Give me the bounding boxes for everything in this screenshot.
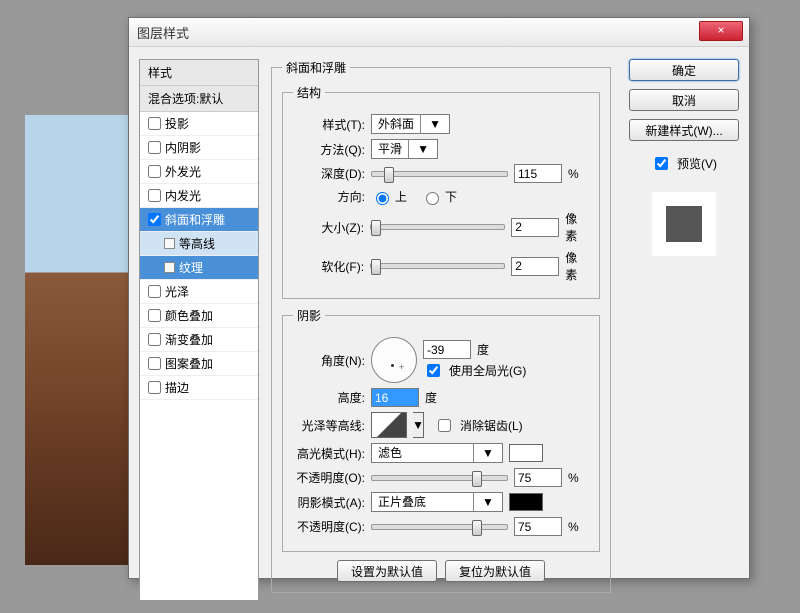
reset-default-button[interactable]: 复位为默认值 bbox=[445, 560, 545, 582]
preview-swatch bbox=[652, 192, 716, 256]
checkbox[interactable] bbox=[148, 213, 161, 226]
depth-slider[interactable] bbox=[371, 171, 508, 177]
shadow-opacity-label: 不透明度(C): bbox=[293, 518, 365, 535]
structure-legend: 结构 bbox=[293, 84, 325, 101]
soften-input[interactable] bbox=[511, 257, 559, 276]
styles-list: 样式 混合选项:默认 投影 内阴影 外发光 内发光 斜面和浮雕 等高线 纹理 光… bbox=[139, 59, 259, 601]
style-item-inner-glow[interactable]: 内发光 bbox=[140, 184, 258, 208]
highlight-opacity-label: 不透明度(O): bbox=[293, 469, 365, 486]
checkbox[interactable] bbox=[148, 357, 161, 370]
make-default-button[interactable]: 设置为默认值 bbox=[337, 560, 437, 582]
depth-label: 深度(D): bbox=[293, 165, 365, 182]
angle-label: 角度(N): bbox=[293, 352, 365, 369]
style-item-stroke[interactable]: 描边 bbox=[140, 376, 258, 400]
style-item-pattern-overlay[interactable]: 图案叠加 bbox=[140, 352, 258, 376]
technique-dropdown[interactable]: 平滑▼ bbox=[371, 139, 438, 159]
shadow-mode-label: 阴影模式(A): bbox=[293, 494, 365, 511]
style-item-gradient-overlay[interactable]: 渐变叠加 bbox=[140, 328, 258, 352]
size-input[interactable] bbox=[511, 218, 559, 237]
shadow-color-swatch[interactable] bbox=[509, 493, 543, 511]
angle-wheel[interactable]: + bbox=[371, 337, 417, 383]
chevron-down-icon: ▼ bbox=[473, 444, 502, 462]
shadow-mode-dropdown[interactable]: 正片叠底▼ bbox=[371, 492, 503, 512]
altitude-input[interactable] bbox=[371, 388, 419, 407]
chevron-down-icon[interactable]: ▼ bbox=[413, 412, 424, 438]
style-item-outer-glow[interactable]: 外发光 bbox=[140, 160, 258, 184]
sub-indicator-icon bbox=[164, 262, 175, 273]
altitude-label: 高度: bbox=[293, 389, 365, 406]
checkbox[interactable] bbox=[148, 285, 161, 298]
shading-legend: 阴影 bbox=[293, 307, 325, 324]
checkbox[interactable] bbox=[148, 309, 161, 322]
structure-group: 结构 样式(T): 外斜面▼ 方法(Q): 平滑▼ 深度(D): % 方向: 上… bbox=[282, 84, 600, 299]
style-dropdown[interactable]: 外斜面▼ bbox=[371, 114, 450, 134]
highlight-opacity-input[interactable] bbox=[514, 468, 562, 487]
highlight-color-swatch[interactable] bbox=[509, 444, 543, 462]
highlight-mode-label: 高光模式(H): bbox=[293, 445, 365, 462]
dialog-title: 图层样式 bbox=[137, 23, 189, 42]
direction-up-radio[interactable]: 上 bbox=[371, 188, 407, 205]
size-slider[interactable] bbox=[370, 224, 505, 230]
global-light-checkbox[interactable] bbox=[427, 364, 440, 377]
size-label: 大小(Z): bbox=[293, 219, 364, 236]
shading-group: 阴影 角度(N): + 度 使用全局光(G) 高度: 度 光泽等高线: ▼ 消除… bbox=[282, 307, 600, 552]
depth-input[interactable] bbox=[514, 164, 562, 183]
checkbox[interactable] bbox=[148, 381, 161, 394]
shadow-opacity-input[interactable] bbox=[514, 517, 562, 536]
preview-checkbox[interactable] bbox=[655, 157, 668, 170]
sub-indicator-icon bbox=[164, 238, 175, 249]
new-style-button[interactable]: 新建样式(W)... bbox=[629, 119, 739, 141]
highlight-mode-dropdown[interactable]: 滤色▼ bbox=[371, 443, 503, 463]
chevron-down-icon: ▼ bbox=[473, 493, 502, 511]
cancel-button[interactable]: 取消 bbox=[629, 89, 739, 111]
titlebar[interactable]: 图层样式 × bbox=[129, 18, 749, 47]
highlight-opacity-slider[interactable] bbox=[371, 475, 508, 481]
soften-slider[interactable] bbox=[370, 263, 505, 269]
gloss-contour-label: 光泽等高线: bbox=[293, 417, 365, 434]
style-item-bevel-emboss[interactable]: 斜面和浮雕 bbox=[140, 208, 258, 232]
checkbox[interactable] bbox=[148, 189, 161, 202]
style-item-drop-shadow[interactable]: 投影 bbox=[140, 112, 258, 136]
technique-label: 方法(Q): bbox=[293, 141, 365, 158]
panel-legend: 斜面和浮雕 bbox=[282, 59, 350, 76]
style-item-texture[interactable]: 纹理 bbox=[140, 256, 258, 280]
angle-input[interactable] bbox=[423, 340, 471, 359]
style-item-color-overlay[interactable]: 颜色叠加 bbox=[140, 304, 258, 328]
style-label: 样式(T): bbox=[293, 116, 365, 133]
close-button[interactable]: × bbox=[699, 21, 743, 41]
styles-header[interactable]: 样式 bbox=[140, 60, 258, 86]
direction-label: 方向: bbox=[293, 188, 365, 205]
blend-options-header[interactable]: 混合选项:默认 bbox=[140, 86, 258, 112]
checkbox[interactable] bbox=[148, 333, 161, 346]
style-item-inner-shadow[interactable]: 内阴影 bbox=[140, 136, 258, 160]
chevron-down-icon: ▼ bbox=[408, 140, 437, 158]
checkbox[interactable] bbox=[148, 165, 161, 178]
direction-down-radio[interactable]: 下 bbox=[421, 188, 457, 205]
bevel-emboss-panel: 斜面和浮雕 结构 样式(T): 外斜面▼ 方法(Q): 平滑▼ 深度(D): %… bbox=[271, 59, 611, 593]
style-item-satin[interactable]: 光泽 bbox=[140, 280, 258, 304]
gloss-contour-picker[interactable] bbox=[371, 412, 407, 438]
ok-button[interactable]: 确定 bbox=[629, 59, 739, 81]
checkbox[interactable] bbox=[148, 141, 161, 154]
soften-label: 软化(F): bbox=[293, 258, 364, 275]
checkbox[interactable] bbox=[148, 117, 161, 130]
chevron-down-icon: ▼ bbox=[420, 115, 449, 133]
layer-style-dialog: 图层样式 × 样式 混合选项:默认 投影 内阴影 外发光 内发光 斜面和浮雕 等… bbox=[128, 17, 750, 579]
style-item-contour[interactable]: 等高线 bbox=[140, 232, 258, 256]
antialias-checkbox[interactable] bbox=[438, 419, 451, 432]
shadow-opacity-slider[interactable] bbox=[371, 524, 508, 530]
